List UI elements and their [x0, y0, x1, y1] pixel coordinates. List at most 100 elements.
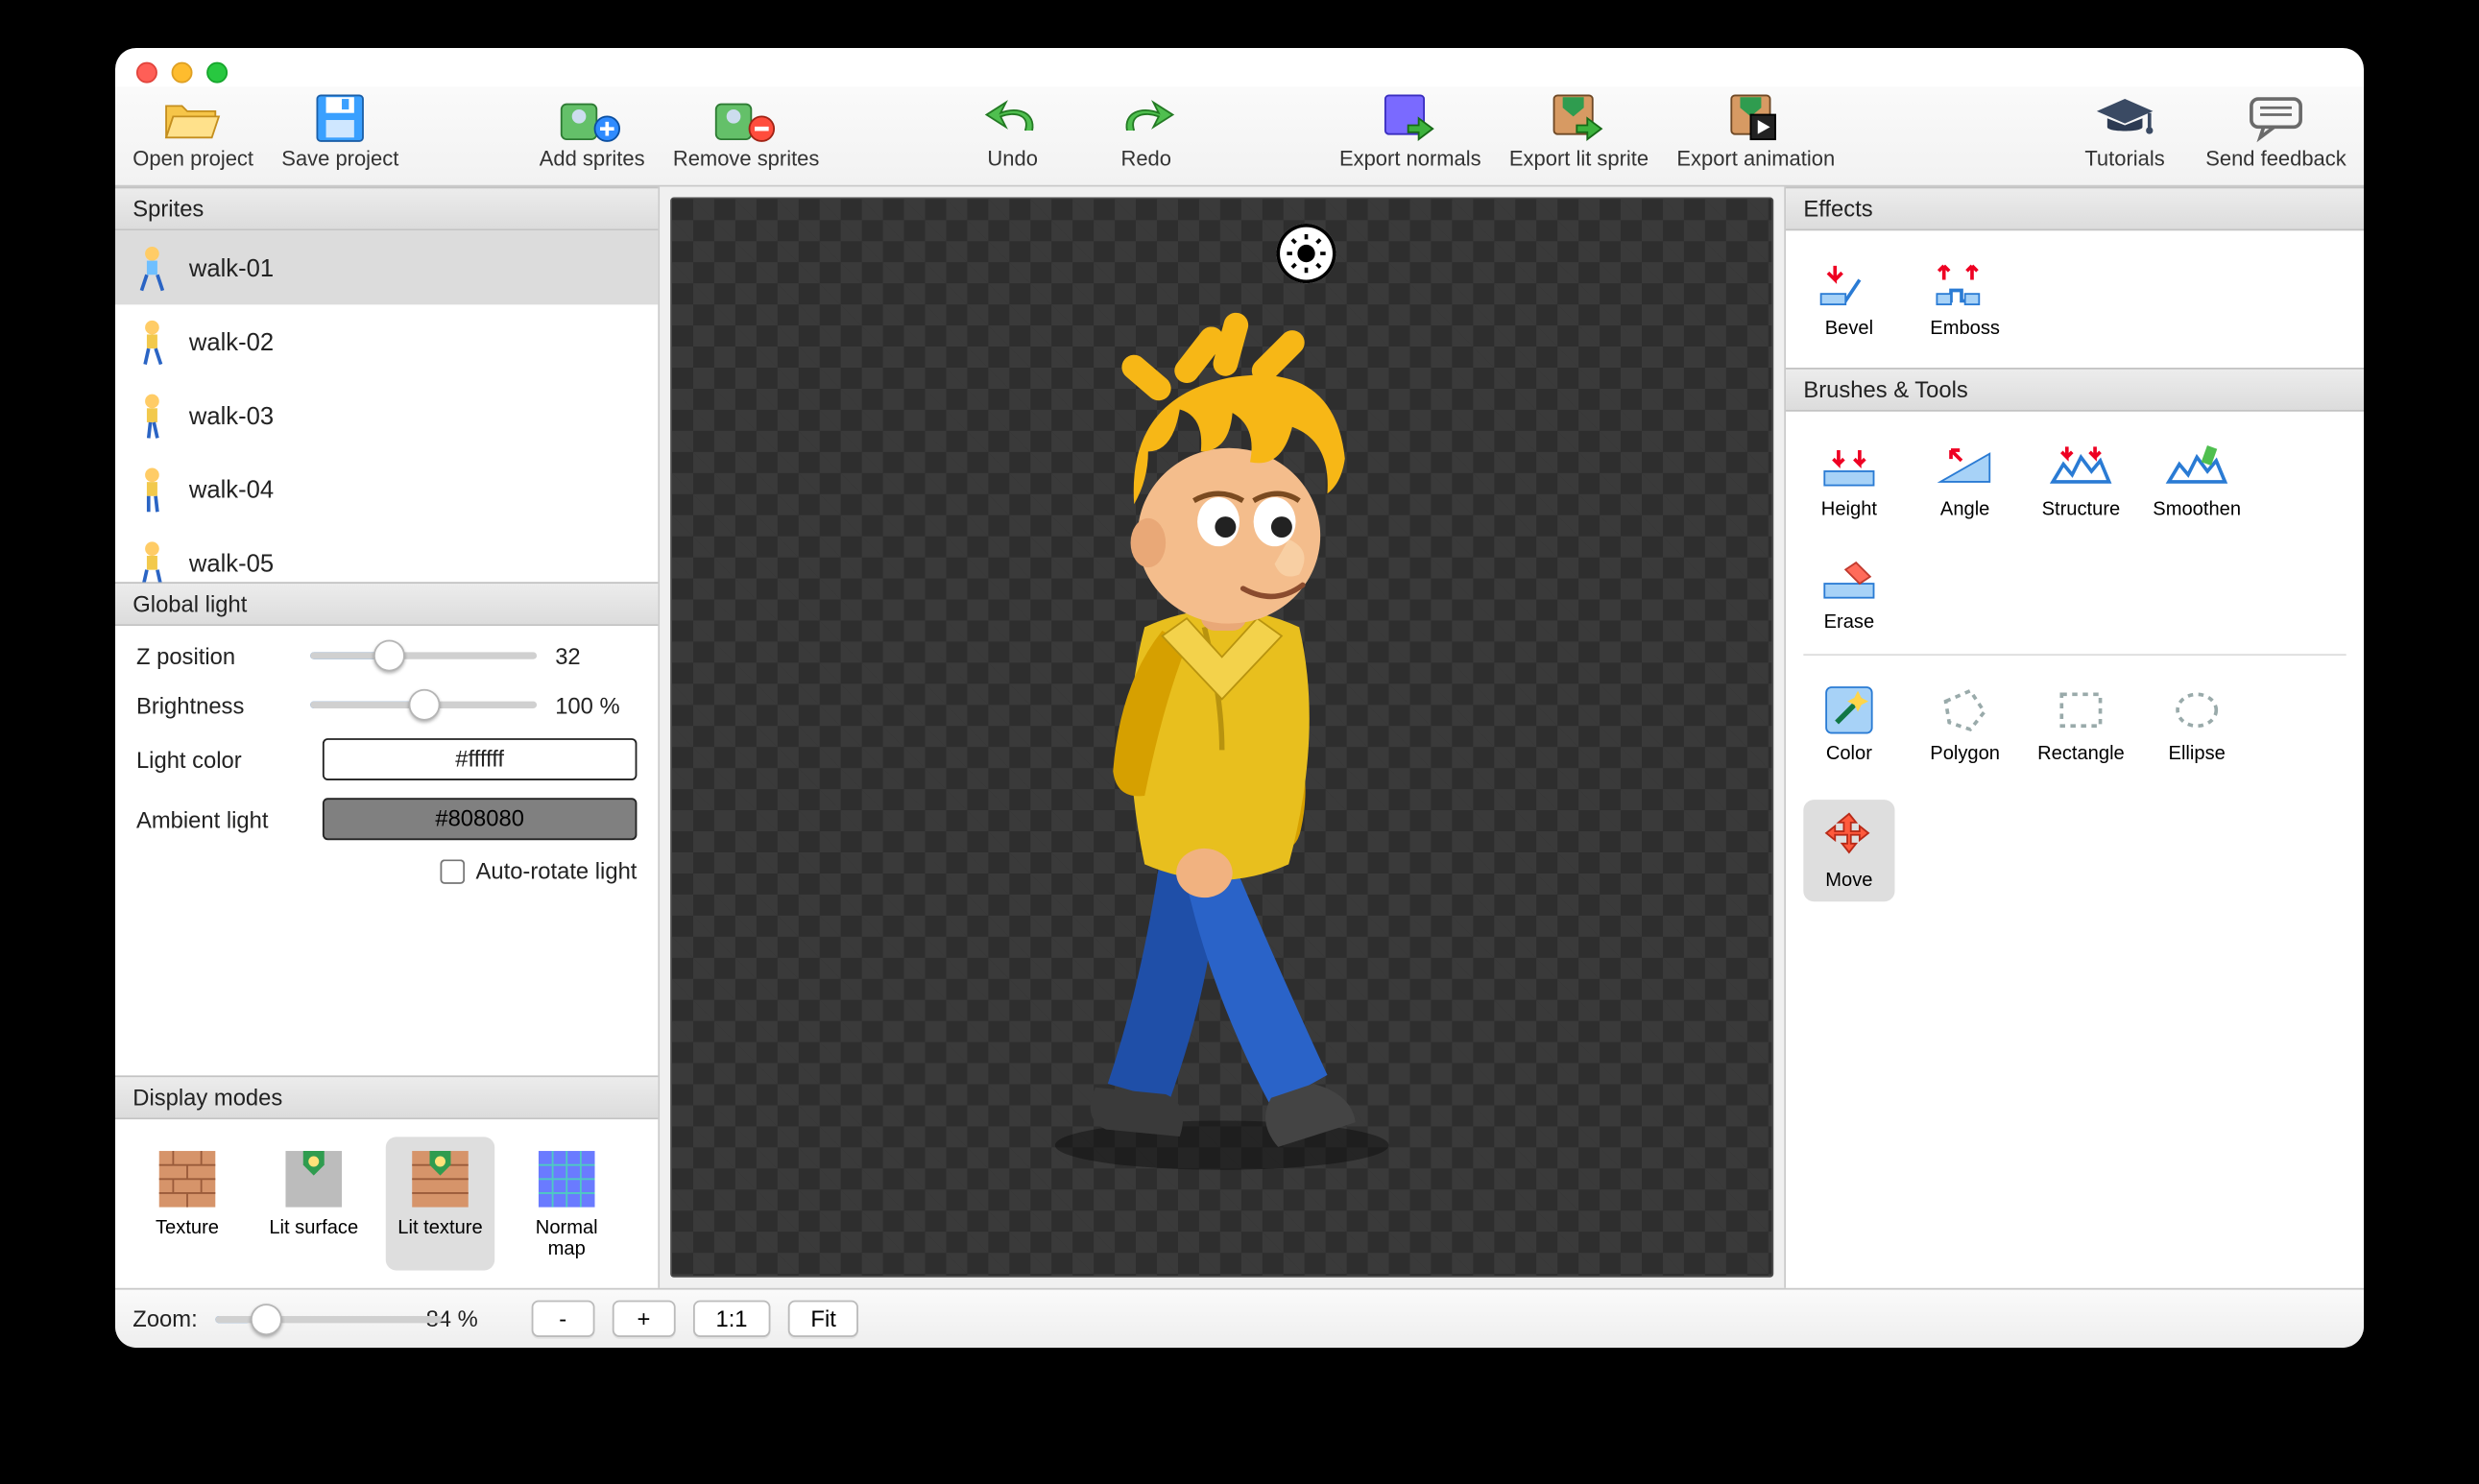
effect-bevel[interactable]: Bevel [1803, 249, 1894, 350]
emboss-icon [1934, 259, 1997, 312]
tool-polygon[interactable]: Polygon [1919, 673, 2010, 775]
export-lit-sprite-button[interactable]: Export lit sprite [1509, 94, 1649, 172]
zoom-slider[interactable] [215, 1303, 408, 1334]
save-project-button[interactable]: Save project [281, 94, 398, 172]
brightness-slider[interactable] [311, 689, 538, 721]
display-mode-lit-texture[interactable]: Lit texture [386, 1137, 494, 1270]
display-mode-label: Normal map [519, 1217, 614, 1259]
canvas-panel [660, 187, 1784, 1288]
sprite-item-label: walk-03 [189, 401, 274, 429]
sprite-thumb-icon [132, 241, 171, 294]
brush-label: Erase [1824, 611, 1875, 633]
display-mode-label: Texture [156, 1217, 219, 1238]
zoom-actual-button[interactable]: 1:1 [693, 1301, 771, 1337]
tool-ellipse[interactable]: Ellipse [2152, 673, 2243, 775]
normal-map-icon [535, 1147, 598, 1210]
brush-height[interactable]: Height [1803, 429, 1894, 531]
effects-panel-header: Effects [1786, 187, 2364, 231]
tool-label: Color [1826, 744, 1872, 765]
sprite-item-walk-01[interactable]: walk-01 [115, 230, 658, 304]
bevel-icon [1817, 259, 1881, 312]
remove-sprites-button[interactable]: Remove sprites [673, 94, 820, 172]
brush-label: Smoothen [2153, 499, 2241, 520]
brush-structure[interactable]: Structure [2035, 429, 2127, 531]
zoom-out-button[interactable]: - [531, 1301, 594, 1337]
add-sprite-icon [563, 94, 622, 143]
tool-label: Move [1825, 870, 1872, 891]
tool-label: Ellipse [2169, 744, 2226, 765]
sprite-item-label: walk-01 [189, 253, 274, 281]
bottom-bar: Zoom: 84 % - + 1:1 Fit [115, 1288, 2364, 1348]
brush-erase[interactable]: Erase [1803, 541, 1894, 643]
light-color-input[interactable]: #ffffff [323, 738, 638, 780]
sprite-preview [994, 346, 1451, 1180]
zoom-in-button[interactable]: + [613, 1301, 676, 1337]
tutorials-button[interactable]: Tutorials [2072, 94, 2178, 172]
zoom-fit-button[interactable]: Fit [788, 1301, 859, 1337]
export-animation-button[interactable]: Export animation [1676, 94, 1835, 172]
tool-rectangle[interactable]: Rectangle [2035, 673, 2127, 775]
light-color-label: Light color [136, 746, 305, 772]
sprite-item-walk-04[interactable]: walk-04 [115, 452, 658, 526]
smoothen-brush-icon [2165, 440, 2228, 492]
add-sprites-label: Add sprites [540, 146, 645, 171]
titlebar [115, 48, 2364, 86]
brushes-panel-header: Brushes & Tools [1786, 368, 2364, 412]
sprite-thumb-icon [132, 315, 171, 368]
minimize-window-button[interactable] [172, 62, 193, 84]
auto-rotate-light-checkbox[interactable]: Auto-rotate light [441, 857, 638, 883]
sprite-item-walk-03[interactable]: walk-03 [115, 378, 658, 452]
add-sprites-button[interactable]: Add sprites [540, 94, 645, 172]
left-panel: Sprites walk-01 walk-02 walk-03 walk-04 [115, 187, 660, 1288]
effect-label: Emboss [1930, 319, 2000, 340]
send-feedback-button[interactable]: Send feedback [2205, 94, 2346, 172]
erase-brush-icon [1817, 552, 1881, 605]
structure-brush-icon [2049, 440, 2112, 492]
undo-button[interactable]: Undo [960, 94, 1066, 172]
brush-angle[interactable]: Angle [1919, 429, 2010, 531]
export-lit-sprite-icon [1549, 94, 1608, 143]
auto-rotate-light-label: Auto-rotate light [475, 857, 637, 883]
tool-move[interactable]: Move [1803, 800, 1894, 901]
sprite-item-label: walk-04 [189, 475, 274, 503]
brightness-label: Brightness [136, 692, 294, 718]
sprite-item-walk-05[interactable]: walk-05 [115, 526, 658, 583]
open-project-button[interactable]: Open project [132, 94, 253, 172]
zoom-label: Zoom: [132, 1305, 197, 1331]
export-animation-icon [1726, 94, 1786, 143]
display-mode-normal-map[interactable]: Normal map [513, 1137, 621, 1270]
sprites-panel-header: Sprites [115, 187, 658, 231]
sprite-thumb-icon [132, 463, 171, 515]
light-handle[interactable] [1277, 224, 1336, 283]
open-project-label: Open project [132, 146, 253, 171]
z-position-slider[interactable] [311, 640, 538, 672]
height-brush-icon [1817, 440, 1881, 492]
export-normals-icon [1381, 94, 1440, 143]
magic-wand-icon [1817, 683, 1881, 736]
undo-label: Undo [987, 146, 1037, 171]
display-mode-label: Lit surface [269, 1217, 358, 1238]
sprite-item-label: walk-02 [189, 327, 274, 355]
tool-color[interactable]: Color [1803, 673, 1894, 775]
export-normals-button[interactable]: Export normals [1339, 94, 1481, 172]
export-lit-sprite-label: Export lit sprite [1509, 146, 1649, 171]
display-mode-texture[interactable]: Texture [132, 1137, 241, 1270]
display-mode-lit-surface[interactable]: Lit surface [259, 1137, 368, 1270]
sprite-thumb-icon [132, 537, 171, 583]
sprite-item-walk-02[interactable]: walk-02 [115, 304, 658, 378]
ambient-light-input[interactable]: #808080 [323, 798, 638, 840]
app-window: Open project Save project Add sprites [115, 48, 2364, 1348]
effect-emboss[interactable]: Emboss [1919, 249, 2010, 350]
redo-button[interactable]: Redo [1094, 94, 1199, 172]
close-window-button[interactable] [136, 62, 157, 84]
sprite-list[interactable]: walk-01 walk-02 walk-03 walk-04 walk-05 [115, 230, 658, 582]
canvas[interactable] [670, 198, 1773, 1278]
ambient-light-label: Ambient light [136, 806, 305, 832]
floppy-disk-icon [310, 94, 370, 143]
maximize-window-button[interactable] [206, 62, 228, 84]
display-mode-label: Lit texture [397, 1217, 482, 1238]
toolbar: Open project Save project Add sprites [115, 86, 2364, 186]
brushes-panel: Height Angle Structure Smoothen Erase [1786, 412, 2364, 920]
folder-open-icon [163, 94, 223, 143]
brush-smoothen[interactable]: Smoothen [2152, 429, 2243, 531]
